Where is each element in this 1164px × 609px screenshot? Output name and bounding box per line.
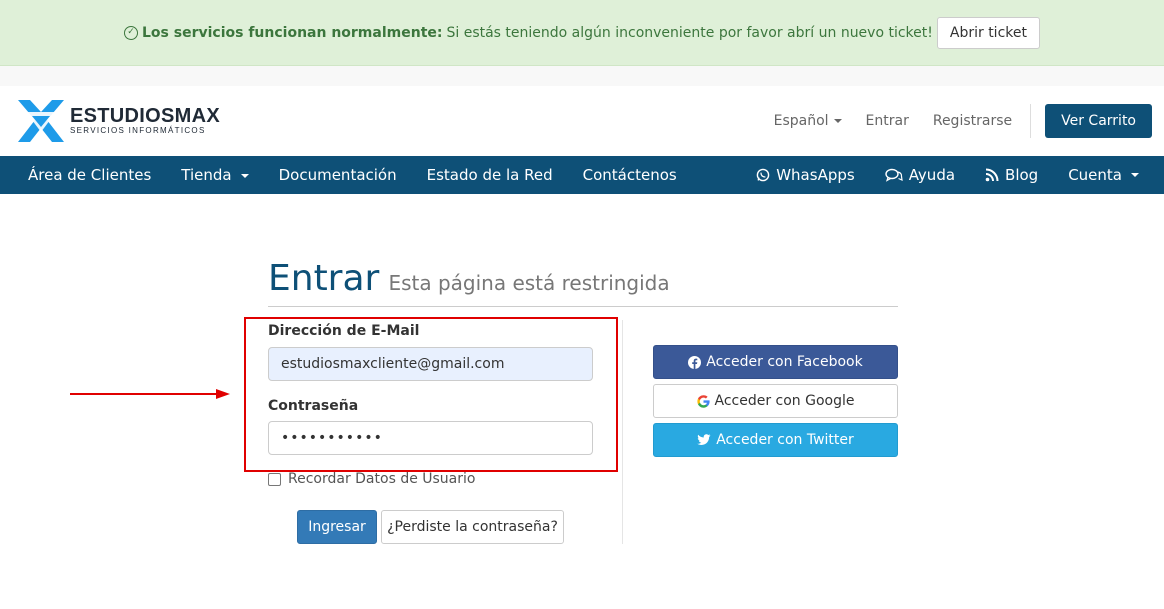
header-register-link[interactable]: Registrarse xyxy=(933,113,1012,129)
nav-account-label: Cuenta xyxy=(1068,166,1122,184)
view-cart-button[interactable]: Ver Carrito xyxy=(1045,104,1152,138)
spacer xyxy=(0,66,1164,86)
nav-help-label: Ayuda xyxy=(908,166,956,184)
password-field[interactable]: ••••••••••• xyxy=(268,421,593,455)
remember-label: Recordar Datos de Usuario xyxy=(288,471,476,487)
nav-whatsapp[interactable]: WhasApps xyxy=(756,166,855,184)
alert-text: Si estás teniendo algún inconveniente po… xyxy=(446,24,933,41)
facebook-icon xyxy=(688,355,702,369)
nav-blog[interactable]: Blog xyxy=(985,166,1038,184)
page-subtitle: Esta página está restringida xyxy=(388,271,670,295)
annotation-arrow-icon xyxy=(70,389,230,399)
site-header: ESTUDIOSMAX SERVICIOS INFORMÁTICOS Españ… xyxy=(0,86,1164,156)
email-field[interactable]: estudiosmaxcliente@gmail.com xyxy=(268,347,593,381)
main-navbar: Área de Clientes Tienda Documentación Es… xyxy=(0,156,1164,194)
check-circle-icon: ✓ xyxy=(124,25,138,40)
header-divider xyxy=(1030,104,1032,138)
email-label: Dirección de E-Mail xyxy=(268,323,420,339)
remember-me[interactable]: Recordar Datos de Usuario xyxy=(268,471,475,487)
logo-mark-icon xyxy=(18,100,64,142)
page-header: Entrar Esta página está restringida xyxy=(268,258,898,307)
nav-docs[interactable]: Documentación xyxy=(279,166,397,184)
nav-help[interactable]: Ayuda xyxy=(884,166,956,184)
google-login-button[interactable]: Acceder con Google xyxy=(653,384,898,418)
header-links: Español Entrar Registrarse Ver Carrito xyxy=(774,104,1152,138)
column-divider xyxy=(622,320,623,544)
brand-name: ESTUDIOSMAX xyxy=(70,105,220,127)
language-dropdown[interactable]: Español xyxy=(774,113,842,129)
rss-icon xyxy=(985,168,999,182)
caret-down-icon xyxy=(833,119,842,123)
twitter-icon xyxy=(697,434,711,446)
google-login-label: Acceder con Google xyxy=(714,393,855,409)
caret-down-icon xyxy=(1131,173,1139,177)
brand-tagline: SERVICIOS INFORMÁTICOS xyxy=(70,126,206,135)
nav-client-area[interactable]: Área de Clientes xyxy=(28,166,151,184)
nav-account[interactable]: Cuenta xyxy=(1068,166,1139,184)
twitter-login-button[interactable]: Acceder con Twitter xyxy=(653,423,898,457)
nav-store[interactable]: Tienda xyxy=(181,166,249,184)
login-button[interactable]: Ingresar xyxy=(297,510,377,544)
remember-checkbox[interactable] xyxy=(268,472,281,486)
password-label: Contraseña xyxy=(268,398,359,414)
facebook-login-label: Acceder con Facebook xyxy=(706,354,863,370)
open-ticket-button[interactable]: Abrir ticket xyxy=(936,16,1040,49)
brand-logo[interactable]: ESTUDIOSMAX SERVICIOS INFORMÁTICOS xyxy=(16,98,220,144)
caret-down-icon xyxy=(240,173,249,178)
nav-network-status[interactable]: Estado de la Red xyxy=(427,166,553,184)
nav-contact[interactable]: Contáctenos xyxy=(583,166,677,184)
nav-whatsapp-label: WhasApps xyxy=(776,166,855,184)
language-label: Español xyxy=(773,113,829,129)
whatsapp-icon xyxy=(756,168,770,182)
alert-strong: Los servicios funcionan normalmente: xyxy=(142,24,443,41)
google-icon xyxy=(696,394,710,408)
twitter-login-label: Acceder con Twitter xyxy=(716,432,854,448)
facebook-login-button[interactable]: Acceder con Facebook xyxy=(653,345,898,379)
chat-bubbles-icon xyxy=(884,168,903,182)
status-alert: ✓ Los servicios funcionan normalmente: S… xyxy=(0,0,1164,66)
header-login-link[interactable]: Entrar xyxy=(866,113,909,129)
nav-store-label: Tienda xyxy=(181,166,232,184)
page-title: Entrar xyxy=(268,258,380,299)
forgot-password-button[interactable]: ¿Perdiste la contraseña? xyxy=(381,510,564,544)
nav-blog-label: Blog xyxy=(1005,166,1039,184)
